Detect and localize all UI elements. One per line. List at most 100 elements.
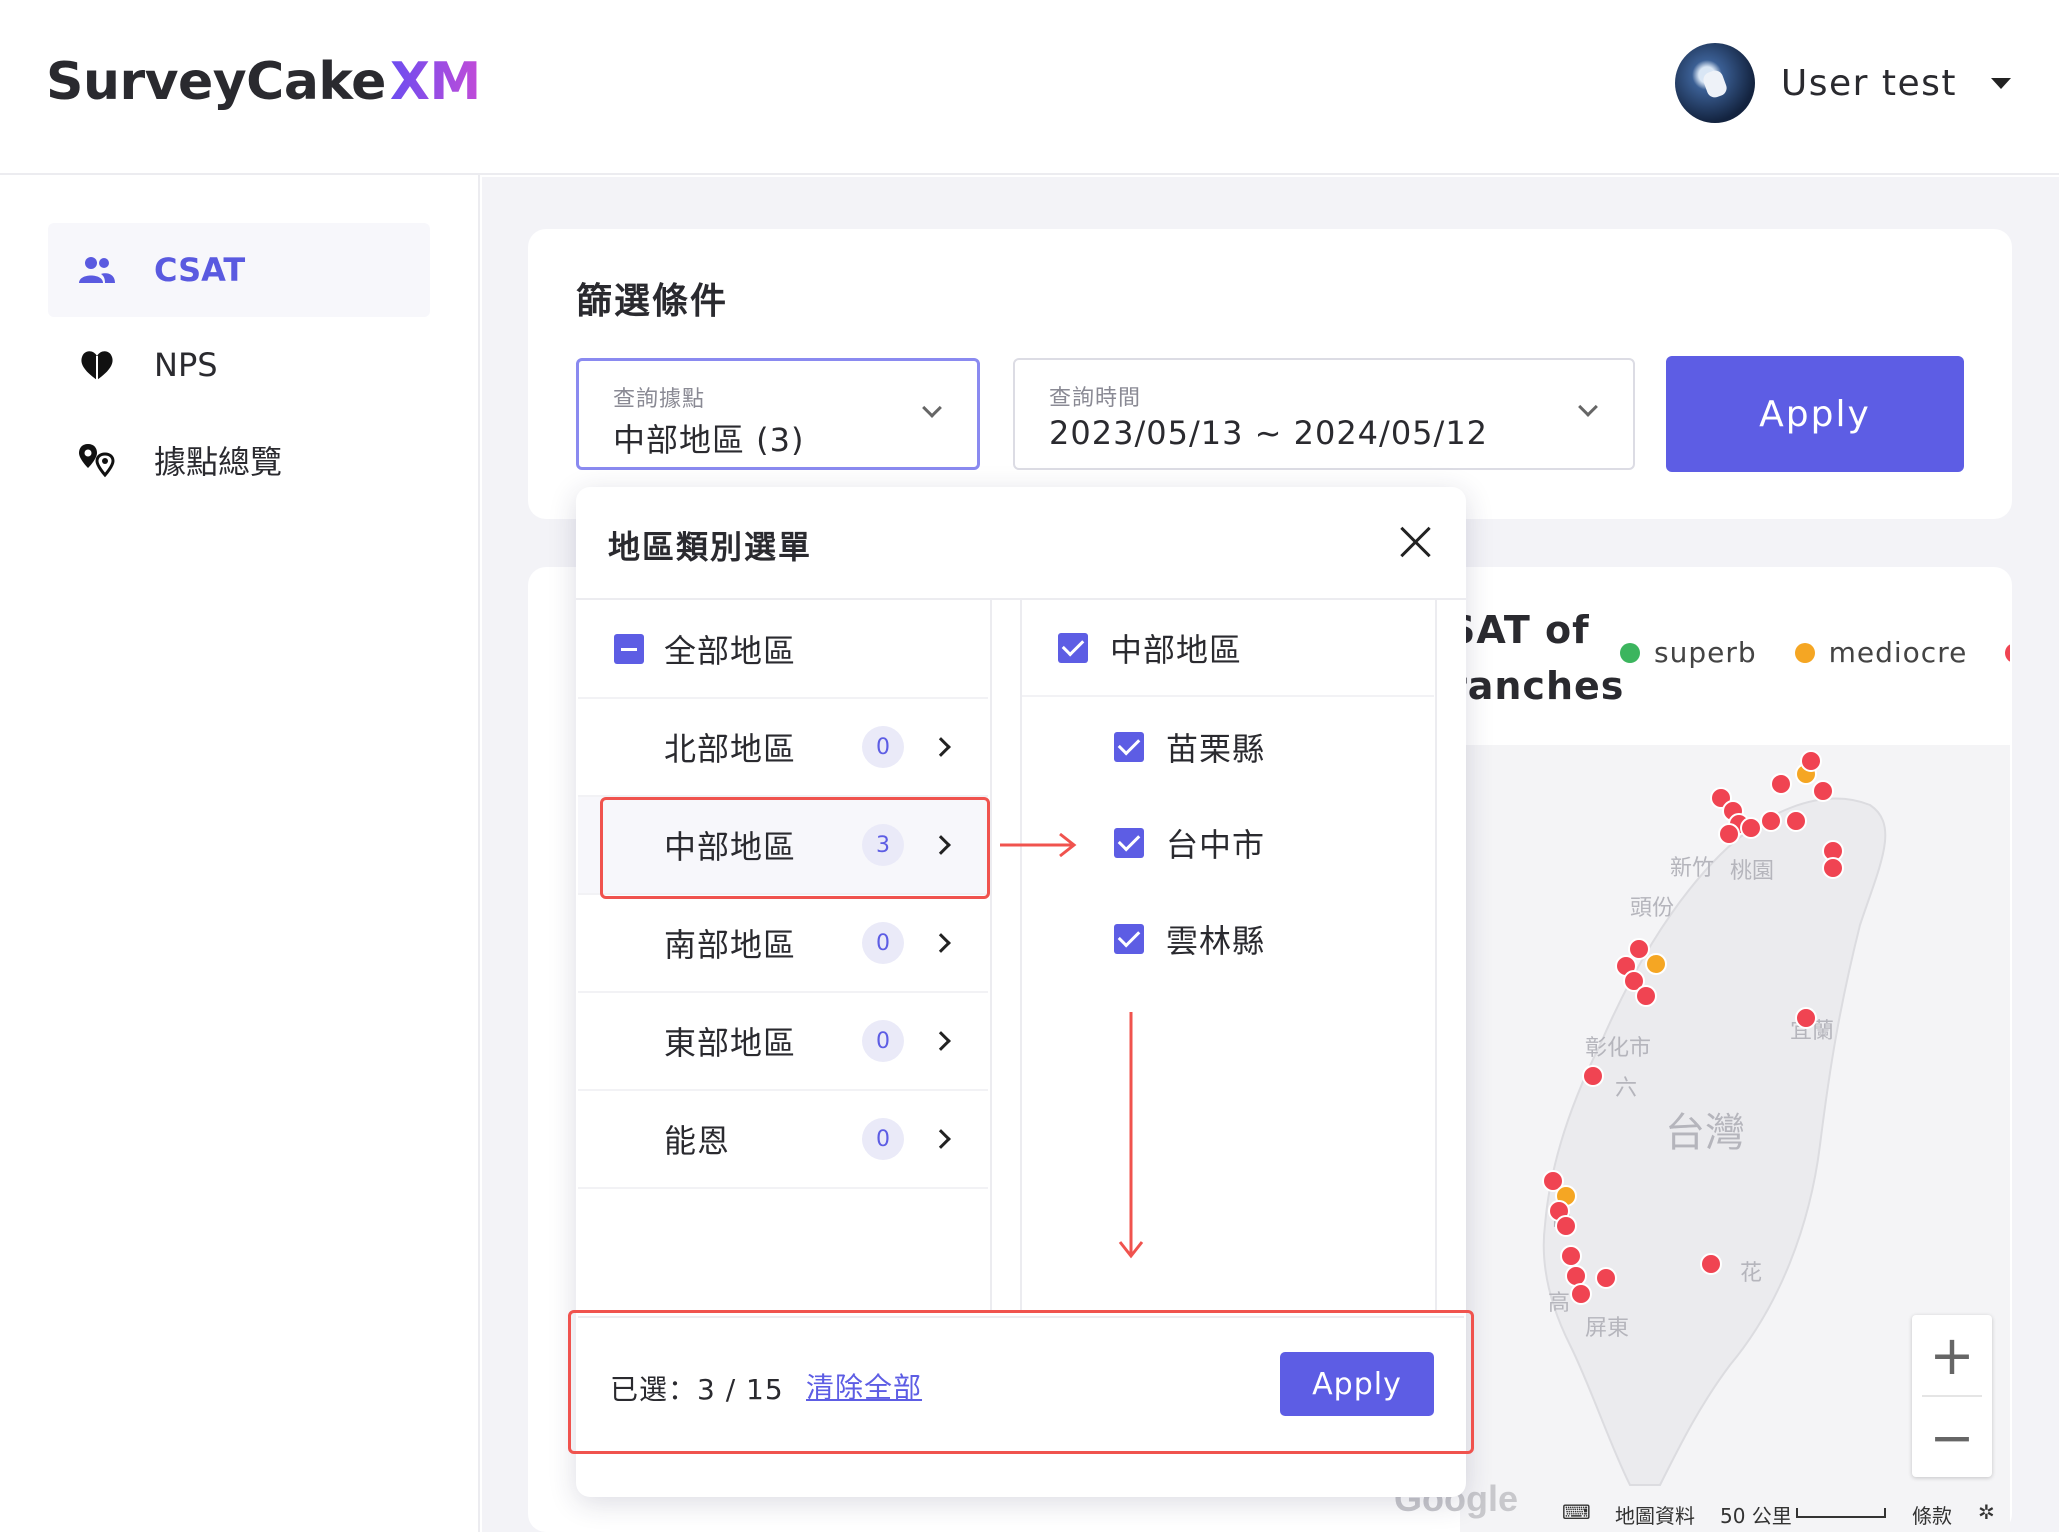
region-item-neng-en[interactable]: 能恩 0 (578, 1091, 988, 1189)
zoom-out-button[interactable]: − (1912, 1397, 1992, 1477)
map-zoom-control: + − (1912, 1315, 1992, 1477)
filter-title: 篩選條件 (576, 281, 729, 322)
map-pin[interactable] (1595, 1267, 1617, 1289)
map-pin[interactable] (1822, 857, 1844, 879)
map-pin[interactable] (1785, 810, 1807, 832)
chevron-down-icon (1578, 397, 1598, 417)
popup-title: 地區類別選單 (608, 528, 813, 566)
logo-text: SurveyCake (46, 52, 386, 112)
chevron-right-icon (931, 933, 951, 953)
city-item-miaoli[interactable]: 苗栗縣 (1022, 699, 1434, 795)
sidebar: CSAT NPS 據點總覽 (0, 175, 480, 1532)
legend-item-superb: superb (1620, 636, 1757, 669)
time-range-select[interactable]: 查詢時間 2023/05/13 ~ 2024/05/12 (1013, 358, 1635, 470)
map-label: 頭份 (1630, 896, 1675, 921)
city-item-label: 台中市 (1166, 826, 1266, 864)
legend-item-mediocre: mediocre (1794, 636, 1968, 669)
map-pin[interactable] (1570, 1283, 1592, 1305)
map-pin[interactable] (1560, 1245, 1582, 1267)
location-select[interactable]: 查詢據點 中部地區 (3) (576, 358, 980, 470)
map-pin[interactable] (1770, 773, 1792, 795)
chart-title-line2: ranches (1460, 664, 1625, 708)
location-pins-icon (76, 439, 118, 481)
legend-dot (2005, 642, 2010, 663)
checkbox-checked[interactable] (1114, 924, 1144, 954)
map-label: 彰化市 (1585, 1036, 1652, 1061)
highlight-box-central (600, 797, 990, 899)
sidebar-item-label: NPS (154, 346, 218, 384)
map-pin[interactable] (1800, 750, 1822, 772)
map-data-link[interactable]: 地圖資料 (1615, 1500, 1695, 1529)
map-pin[interactable] (1700, 1253, 1722, 1275)
checkbox-checked[interactable] (1114, 828, 1144, 858)
map-pin[interactable] (1635, 985, 1657, 1007)
checkbox-indeterminate[interactable] (614, 634, 644, 664)
logo-accent: XM (389, 52, 481, 112)
map-pin[interactable] (1760, 810, 1782, 832)
bug-report-icon[interactable]: ✲ (1978, 1500, 1995, 1524)
city-item-label: 雲林縣 (1166, 922, 1266, 960)
chart-header-clip: SAT of ranches superb mediocre sub (1460, 590, 2010, 740)
city-item-label: 中部地區 (1110, 631, 1243, 669)
chevron-right-icon (931, 1129, 951, 1149)
sidebar-item-overview[interactable]: 據點總覽 (48, 413, 430, 507)
location-select-value: 中部地區 (3) (613, 421, 805, 459)
checkbox-checked[interactable] (1058, 633, 1088, 663)
count-badge: 0 (862, 1118, 904, 1160)
legend-label: mediocre (1828, 636, 1968, 669)
avatar (1674, 43, 1755, 123)
chart-title-line1: SAT of (1460, 608, 1590, 652)
time-select-caption: 查詢時間 (1049, 386, 1142, 411)
city-item-label: 苗栗縣 (1166, 730, 1266, 768)
region-item-east[interactable]: 東部地區 0 (578, 993, 988, 1091)
map-label: 花 (1740, 1261, 1763, 1286)
count-badge: 0 (862, 1020, 904, 1062)
filter-apply-button[interactable]: Apply (1666, 356, 1964, 472)
city-item-central-all[interactable]: 中部地區 (1022, 601, 1434, 697)
count-badge: 0 (862, 922, 904, 964)
sidebar-item-nps[interactable]: NPS (48, 318, 430, 412)
caret-down-icon (1991, 77, 2011, 89)
terms-link[interactable]: 條款 (1912, 1500, 1952, 1529)
region-item-north[interactable]: 北部地區 0 (578, 699, 988, 797)
map-pin[interactable] (1812, 780, 1834, 802)
legend-label: superb (1654, 636, 1757, 669)
region-item-all[interactable]: 全部地區 (578, 601, 988, 699)
chart-title: SAT of ranches (1460, 602, 1624, 714)
sidebar-item-csat[interactable]: CSAT (48, 223, 430, 317)
close-icon[interactable] (1396, 522, 1436, 562)
region-item-label: 全部地區 (664, 632, 797, 670)
keyboard-icon[interactable]: ⌨ (1562, 1500, 1591, 1524)
region-item-south[interactable]: 南部地區 0 (578, 895, 988, 993)
annotation-arrow-down (1118, 1012, 1144, 1259)
legend-item-sub: sub (2005, 636, 2010, 669)
chevron-right-icon (931, 1031, 951, 1051)
chevron-right-icon (931, 737, 951, 757)
sidebar-item-label: CSAT (154, 251, 246, 289)
checkbox-checked[interactable] (1114, 732, 1144, 762)
map-pin[interactable] (1718, 823, 1740, 845)
location-select-caption: 查詢據點 (613, 387, 706, 412)
city-item-yunlin[interactable]: 雲林縣 (1022, 891, 1434, 987)
map-label: 台灣 (1665, 1110, 1745, 1156)
region-item-label: 北部地區 (664, 730, 797, 768)
top-header: SurveyCakeXM User test (0, 0, 2059, 175)
map-pin[interactable] (1795, 1007, 1817, 1029)
count-badge: 0 (862, 726, 904, 768)
map-pin[interactable] (1740, 817, 1762, 839)
zoom-in-button[interactable]: + (1912, 1315, 1992, 1395)
map-label: 高 (1548, 1291, 1571, 1316)
map-label: 新竹 (1670, 856, 1715, 881)
map-scale-label: 50 公里 (1720, 1504, 1792, 1528)
map-pin[interactable] (1582, 1065, 1604, 1087)
map-label: 六 (1615, 1076, 1638, 1101)
user-menu[interactable]: User test (1674, 42, 2011, 124)
time-select-value: 2023/05/13 ~ 2024/05/12 (1049, 414, 1489, 452)
map-pin[interactable] (1645, 953, 1667, 975)
map-pin[interactable] (1555, 1215, 1577, 1237)
surveycake-logo[interactable]: SurveyCakeXM (46, 52, 481, 112)
map-label: 桃園 (1730, 859, 1775, 884)
city-item-taichung[interactable]: 台中市 (1022, 795, 1434, 891)
heart-icon (76, 344, 118, 386)
column-divider (990, 600, 992, 1312)
